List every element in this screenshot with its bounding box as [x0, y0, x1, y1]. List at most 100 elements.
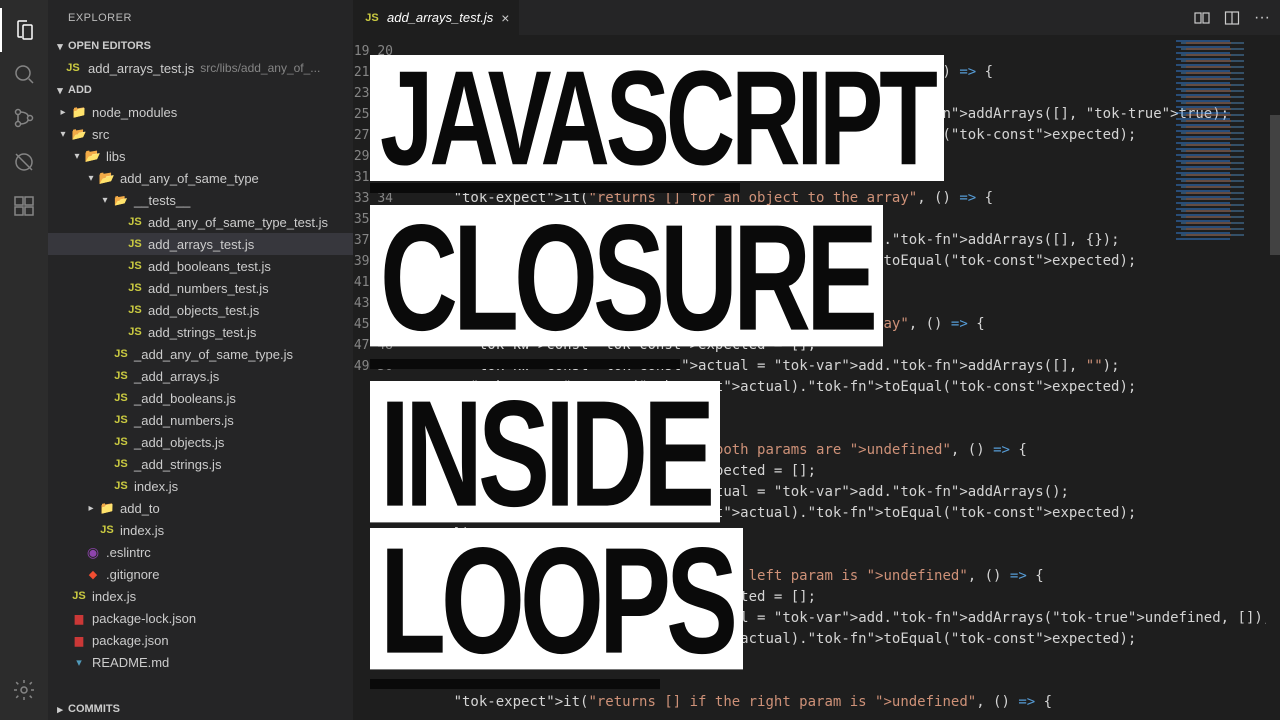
tree-file[interactable]: ▆package-lock.json [48, 607, 353, 629]
folder-icon: 📁 [98, 501, 116, 515]
chevron-down-icon: ▾ [52, 40, 68, 53]
tree-folder[interactable]: ▾📂libs [48, 145, 353, 167]
close-icon[interactable]: × [501, 10, 509, 26]
tree-item-label: _add_booleans.js [134, 391, 236, 406]
js-file-icon: JS [126, 238, 144, 250]
tree-file[interactable]: JSadd_numbers_test.js [48, 277, 353, 299]
tree-item-label: libs [106, 149, 126, 164]
compare-icon[interactable] [1194, 10, 1210, 26]
js-file-icon: JS [70, 590, 88, 602]
tree-file[interactable]: ◆ .gitignore [48, 563, 353, 585]
overlay-word: CLOSURE [370, 205, 883, 347]
commits-header[interactable]: ▸ COMMITS [48, 698, 353, 720]
tree-item-label: add_booleans_test.js [148, 259, 271, 274]
tree-item-label: _add_numbers.js [134, 413, 234, 428]
file-tree: ▸📁node_modules▾📂src▾📂libs▾📂add_any_of_sa… [48, 101, 353, 698]
tree-item-label: add_any_of_same_type [120, 171, 259, 186]
overlay-word: JAVASCRIPT [370, 55, 944, 181]
activity-explorer-icon[interactable] [0, 8, 48, 52]
open-editor-name: add_arrays_test.js [88, 61, 194, 76]
tree-file[interactable]: ▆package.json [48, 629, 353, 651]
tree-folder[interactable]: ▾📂 __tests__ [48, 189, 353, 211]
js-file-icon: JS [126, 304, 144, 316]
chevron-down-icon: ▾ [98, 195, 112, 206]
open-editor-path: src/libs/add_any_of_... [200, 61, 320, 75]
tree-item-label: __tests__ [134, 193, 190, 208]
tree-file[interactable]: JSadd_strings_test.js [48, 321, 353, 343]
tree-file[interactable]: JS index.js [48, 585, 353, 607]
activity-search-icon[interactable] [0, 52, 48, 96]
sidebar-title: EXPLORER [48, 0, 353, 35]
tree-folder[interactable]: ▸📁node_modules [48, 101, 353, 123]
tree-item-label: .eslintrc [106, 545, 151, 560]
tree-item-label: _add_objects.js [134, 435, 224, 450]
tree-file[interactable]: JS add_booleans_test.js [48, 255, 353, 277]
open-editors-header[interactable]: ▾ OPEN EDITORS [48, 35, 353, 57]
tree-item-label: index.js [134, 479, 178, 494]
tree-item-label: add_strings_test.js [148, 325, 256, 340]
tree-file[interactable]: JS _add_booleans.js [48, 387, 353, 409]
tree-item-label: _add_strings.js [134, 457, 221, 472]
explorer-sidebar: EXPLORER ▾ OPEN EDITORS JS add_arrays_te… [48, 0, 353, 720]
commits-label: COMMITS [68, 703, 120, 715]
activity-bar [0, 0, 48, 720]
tree-file[interactable]: JS_add_strings.js [48, 453, 353, 475]
split-editor-icon[interactable] [1224, 10, 1240, 26]
tree-file[interactable]: JS add_any_of_same_type_test.js [48, 211, 353, 233]
js-file-icon: JS [112, 392, 130, 404]
chevron-right-icon: ▸ [56, 107, 70, 118]
workspace-header[interactable]: ▾ ADD [48, 79, 353, 101]
open-editor-item[interactable]: JS add_arrays_test.js src/libs/add_any_o… [48, 57, 353, 79]
js-file-icon: JS [126, 216, 144, 228]
tree-item-label: add_to [120, 501, 160, 516]
js-file-icon: JS [112, 414, 130, 426]
title-overlay: JAVASCRIPT CLOSURE INSIDE LOOPS [370, 55, 944, 695]
tree-item-label: add_objects_test.js [148, 303, 259, 318]
tree-item-label: index.js [92, 589, 136, 604]
js-file-icon: JS [98, 524, 116, 536]
open-editors-label: OPEN EDITORS [68, 40, 151, 52]
tab-active[interactable]: JS add_arrays_test.js × [353, 0, 520, 35]
chevron-down-icon: ▾ [56, 129, 70, 140]
vertical-scrollbar[interactable] [1266, 35, 1280, 720]
minimap[interactable] [1176, 40, 1266, 240]
tree-item-label: add_arrays_test.js [148, 237, 254, 252]
activity-settings-icon[interactable] [0, 668, 48, 712]
tab-label: add_arrays_test.js [387, 10, 493, 25]
tree-folder[interactable]: ▾📂src [48, 123, 353, 145]
chevron-right-icon: ▸ [84, 503, 98, 514]
js-file-icon: JS [112, 436, 130, 448]
tree-file[interactable]: ◉.eslintrc [48, 541, 353, 563]
tree-file[interactable]: JS add_objects_test.js [48, 299, 353, 321]
tree-item-label: _add_arrays.js [134, 369, 219, 384]
chevron-right-icon: ▸ [52, 703, 68, 716]
tree-file[interactable]: JS add_arrays_test.js [48, 233, 353, 255]
activity-extensions-icon[interactable] [0, 184, 48, 228]
git-file-icon: ◆ [84, 568, 102, 581]
npm-file-icon: ▆ [70, 634, 88, 647]
editor-title-actions: ··· [1194, 0, 1280, 35]
tree-file[interactable]: JS _add_objects.js [48, 431, 353, 453]
tree-file[interactable]: JS_add_any_of_same_type.js [48, 343, 353, 365]
tree-file[interactable]: JSindex.js [48, 475, 353, 497]
tree-folder[interactable]: ▸📁 add_to [48, 497, 353, 519]
tab-bar: JS add_arrays_test.js × ··· [353, 0, 1280, 35]
tree-file[interactable]: JS _add_numbers.js [48, 409, 353, 431]
tree-item-label: add_any_of_same_type_test.js [148, 215, 328, 230]
folder-icon: 📂 [112, 194, 130, 207]
tree-folder[interactable]: ▾📂add_any_of_same_type [48, 167, 353, 189]
tree-file[interactable]: JS_add_arrays.js [48, 365, 353, 387]
js-file-icon: JS [64, 62, 82, 74]
js-file-icon: JS [126, 260, 144, 272]
more-icon[interactable]: ··· [1254, 9, 1270, 27]
scrollbar-thumb[interactable] [1270, 115, 1280, 255]
overlay-word: LOOPS [370, 528, 743, 670]
tree-file[interactable]: ▾README.md [48, 651, 353, 673]
tree-item-label: .gitignore [106, 567, 159, 582]
overlay-word: INSIDE [370, 381, 720, 523]
chevron-down-icon: ▾ [52, 84, 68, 97]
activity-debug-icon[interactable] [0, 140, 48, 184]
tree-file[interactable]: JSindex.js [48, 519, 353, 541]
chevron-down-icon: ▾ [84, 173, 98, 184]
activity-scm-icon[interactable] [0, 96, 48, 140]
